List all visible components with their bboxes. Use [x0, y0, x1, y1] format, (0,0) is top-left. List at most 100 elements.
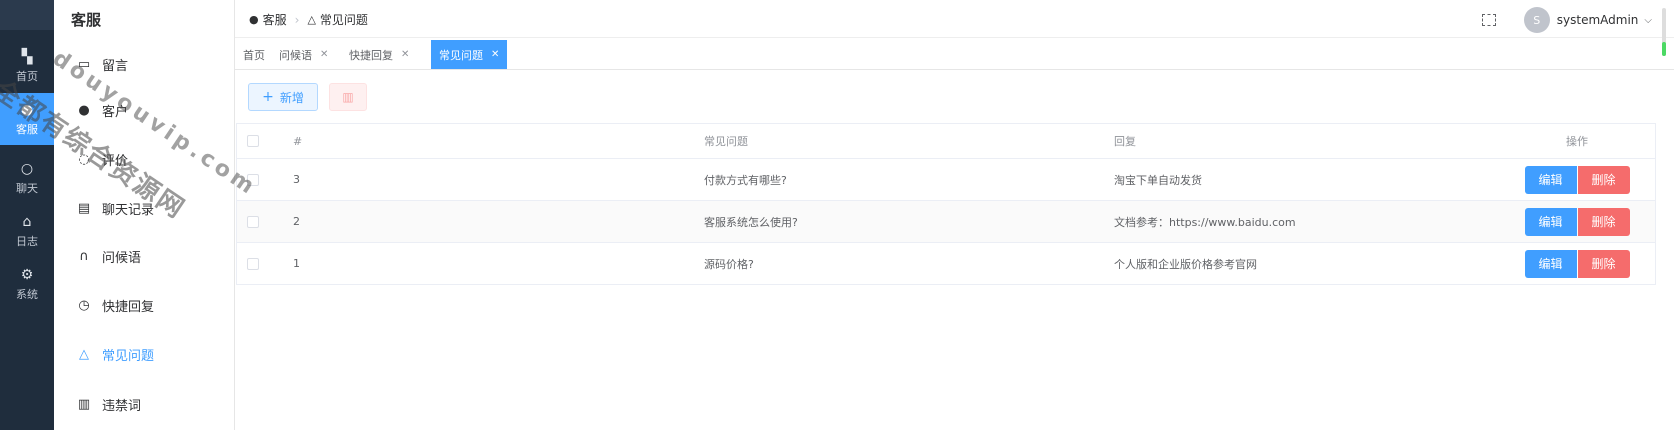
submenu-item-message[interactable]: ▭ 留言	[76, 52, 128, 76]
username[interactable]: systemAdmin	[1557, 13, 1639, 27]
avatar[interactable]: S	[1523, 7, 1550, 33]
user-icon: ●	[20, 101, 34, 118]
submenu-item-label: 违禁词	[102, 398, 142, 414]
breadcrumb-separator: ›	[294, 12, 300, 27]
edit-button[interactable]: 编辑	[1524, 249, 1577, 278]
column-header-id: #	[293, 134, 303, 148]
nav-item-system[interactable]: ⚙ 系统	[0, 258, 54, 310]
row-id: 1	[293, 257, 300, 270]
fullscreen-icon[interactable]	[1481, 14, 1496, 26]
submenu-item-label: 留言	[102, 58, 129, 74]
delete-button[interactable]: 删除	[1577, 207, 1630, 236]
chevron-down-icon[interactable]: ⌵	[1644, 15, 1652, 26]
submenu-item-quick-reply[interactable]: ◷ 快捷回复	[76, 293, 154, 317]
table-row: 3 付款方式有哪些? 淘宝下单自动发货 编辑 删除	[237, 159, 1655, 201]
nav-item-chat[interactable]: ○ 聊天	[0, 152, 54, 204]
tab-home[interactable]: 首页	[243, 40, 265, 69]
top-header: ● 客服 › △ 常见问题 S systemAdmin ⌵	[235, 0, 1674, 56]
submenu-item-chat-records[interactable]: ▤ 聊天记录	[76, 196, 154, 220]
tab-label: 首页	[243, 48, 265, 62]
submenu-item-greeting[interactable]: ∩ 问候语	[76, 244, 141, 268]
breadcrumb: ● 客服 › △ 常见问题	[249, 11, 368, 28]
select-all-cell	[247, 124, 259, 158]
close-icon[interactable]: ✕	[491, 49, 499, 60]
chat-record-icon: ▤	[77, 200, 91, 216]
row-answer: 淘宝下单自动发货	[1114, 173, 1202, 187]
nav-item-label: 日志	[16, 234, 38, 248]
row-actions: 编辑 删除	[1521, 159, 1633, 200]
tab-quick-reply[interactable]: 快捷回复 ✕	[349, 40, 409, 69]
trash-icon: ▥	[77, 396, 91, 412]
close-icon[interactable]: ✕	[320, 49, 328, 60]
nav-item-label: 聊天	[16, 181, 38, 195]
row-select-cell	[247, 201, 259, 242]
tab-label: 常见问题	[439, 48, 483, 62]
row-select-cell	[247, 243, 259, 284]
nav-item-label: 系统	[16, 287, 38, 301]
batch-delete-button[interactable]: ▥	[329, 83, 367, 111]
row-answer: 文档参考：https://www.baidu.com	[1114, 215, 1296, 229]
tab-label: 快捷回复	[349, 48, 393, 62]
headset-icon: ∩	[79, 248, 89, 264]
comment-icon: ◌	[78, 151, 90, 167]
submenu-item-rating[interactable]: ◌ 评价	[76, 147, 128, 171]
bell-icon: △	[79, 346, 89, 362]
app-root: ▚ 首页 ● 客服 ○ 聊天 ⌂ 日志 ⚙ 系统 客服 ▭ 留言 ● 客户 ◌ …	[0, 0, 1674, 430]
table-row: 1 源码价格? 个人版和企业版价格参考官网 编辑 删除	[237, 243, 1655, 285]
column-header-answer: 回复	[1114, 135, 1136, 148]
header-user-area: S systemAdmin ⌵	[1481, 7, 1652, 33]
nav-item-label: 客服	[16, 122, 38, 136]
table-header-row: # 常见问题 回复 操作	[237, 124, 1655, 159]
submenu-item-label: 评价	[102, 153, 129, 169]
breadcrumb-item[interactable]: 客服	[263, 11, 287, 28]
breadcrumb-item: 常见问题	[319, 13, 368, 27]
table-row: 2 客服系统怎么使用? 文档参考：https://www.baidu.com 编…	[237, 201, 1655, 243]
nav-item-home[interactable]: ▚ 首页	[0, 40, 54, 92]
row-actions: 编辑 删除	[1521, 243, 1633, 284]
row-actions: 编辑 删除	[1521, 201, 1633, 242]
clock-icon: ◷	[78, 297, 90, 313]
tab-greeting[interactable]: 问候语 ✕	[279, 40, 328, 69]
sub-menu: 客服 ▭ 留言 ● 客户 ◌ 评价 ▤ 聊天记录 ∩ 问候语 ◷ 快捷回复 △ …	[54, 0, 235, 430]
trash-icon: ▥	[342, 90, 354, 104]
row-select-cell	[247, 159, 259, 200]
user-icon: ●	[249, 13, 259, 26]
message-box-icon: ▭	[77, 56, 91, 72]
plus-icon: +	[262, 89, 274, 105]
add-button-label: 新增	[279, 90, 304, 105]
add-button[interactable]: + 新增	[248, 83, 318, 111]
edit-button[interactable]: 编辑	[1524, 207, 1577, 236]
app-logo	[0, 0, 54, 30]
delete-button[interactable]: 删除	[1577, 165, 1630, 194]
users-icon: ●	[78, 102, 90, 118]
row-question: 源码价格?	[704, 257, 754, 271]
submenu-item-label: 客户	[102, 104, 129, 120]
submenu-item-label: 快捷回复	[102, 299, 155, 315]
select-all-checkbox[interactable]	[247, 135, 259, 147]
submenu-title: 客服	[71, 11, 102, 29]
submenu-item-label: 聊天记录	[102, 202, 155, 218]
gear-icon: ⚙	[20, 266, 34, 283]
edit-button[interactable]: 编辑	[1524, 165, 1577, 194]
person-icon: ○	[20, 160, 34, 177]
home-icon: ⌂	[22, 213, 32, 230]
nav-item-service[interactable]: ● 客服	[0, 93, 54, 145]
row-checkbox[interactable]	[247, 257, 259, 270]
tab-bar: 首页 问候语 ✕ 快捷回复 ✕ 常见问题 ✕	[235, 40, 1674, 70]
tab-faq[interactable]: 常见问题 ✕	[431, 40, 508, 69]
row-id: 3	[293, 173, 300, 186]
submenu-item-banned-words[interactable]: ▥ 违禁词	[76, 392, 141, 416]
tab-label: 问候语	[279, 48, 312, 62]
column-header-question: 常见问题	[704, 135, 748, 148]
row-checkbox[interactable]	[247, 215, 259, 228]
row-checkbox[interactable]	[247, 173, 259, 186]
nav-item-log[interactable]: ⌂ 日志	[0, 205, 54, 257]
bell-icon: △	[307, 13, 316, 26]
submenu-item-customer[interactable]: ● 客户	[76, 98, 128, 122]
submenu-item-faq[interactable]: △ 常见问题	[76, 342, 154, 366]
close-icon[interactable]: ✕	[401, 49, 409, 60]
nav-item-label: 首页	[16, 69, 38, 83]
delete-button[interactable]: 删除	[1577, 249, 1630, 278]
row-question: 付款方式有哪些?	[704, 173, 787, 187]
dashboard-icon: ▚	[21, 48, 33, 65]
